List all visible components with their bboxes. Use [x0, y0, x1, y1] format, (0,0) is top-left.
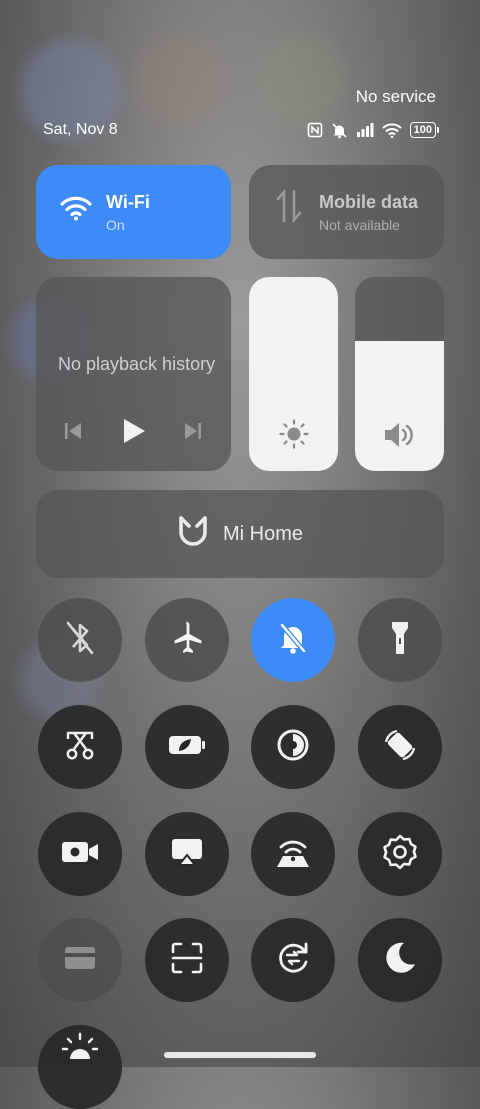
auto-rotate-toggle[interactable] [358, 705, 442, 789]
media-player[interactable]: No playback history [36, 277, 231, 471]
mi-home-button[interactable]: Mi Home [36, 490, 444, 578]
hotspot-icon [273, 835, 313, 874]
wifi-icon [60, 195, 92, 226]
scanner-icon [170, 941, 204, 980]
silent-status-icon [331, 122, 348, 139]
bluetooth-toggle[interactable] [38, 598, 122, 682]
screenshot-icon [62, 727, 98, 768]
screen-recorder-icon [60, 839, 100, 870]
mobile-data-subtitle: Not available [319, 217, 400, 233]
battery-indicator: 100 [409, 122, 440, 138]
scanner-toggle[interactable] [145, 918, 229, 1002]
screen-recorder-toggle[interactable] [38, 812, 122, 896]
mobile-data-icon [273, 188, 305, 228]
carrier-text: No service [355, 87, 436, 106]
brightness-slider[interactable] [249, 277, 338, 471]
flashlight-icon [388, 619, 412, 662]
screenshot-toggle[interactable] [38, 705, 122, 789]
home-indicator[interactable] [164, 1052, 316, 1058]
mobile-data-tile[interactable]: Mobile data Not available [249, 165, 444, 259]
wifi-title: Wi-Fi [106, 192, 150, 212]
dark-mode-icon [382, 940, 418, 981]
speaker-icon [355, 421, 444, 449]
silent-toggle[interactable] [251, 598, 335, 682]
signal-icon [356, 123, 374, 137]
auto-rotate-icon [381, 726, 419, 769]
media-status-text: No playback history [58, 354, 216, 374]
battery-saver-icon [167, 733, 207, 762]
sun-icon [249, 419, 338, 449]
bluetooth-icon [63, 619, 97, 662]
next-track-icon[interactable] [184, 421, 202, 446]
silent-icon [275, 620, 311, 661]
nfc-icon [307, 122, 323, 138]
battery-saver-toggle[interactable] [145, 705, 229, 789]
cast-toggle[interactable] [145, 812, 229, 896]
light-toggle[interactable] [38, 1025, 122, 1109]
card-icon [63, 945, 97, 976]
volume-fill [355, 341, 444, 471]
settings-toggle[interactable] [358, 812, 442, 896]
play-icon[interactable] [122, 418, 146, 449]
flashlight-toggle[interactable] [358, 598, 442, 682]
settings-icon [381, 833, 419, 876]
date-text: Sat, Nov 8 [43, 121, 118, 138]
previous-track-icon[interactable] [64, 421, 82, 446]
wifi-status-icon [381, 122, 402, 138]
dark-mode-toggle[interactable] [358, 918, 442, 1002]
status-row: Sat, Nov 8 100 [43, 118, 440, 142]
hotspot-toggle[interactable] [251, 812, 335, 896]
wifi-tile[interactable]: Wi-Fi On [36, 165, 231, 259]
data-saver-icon [275, 940, 311, 981]
wifi-subtitle: On [106, 217, 125, 233]
status-icons: 100 [307, 122, 440, 139]
reading-mode-toggle[interactable] [251, 705, 335, 789]
mi-home-icon [177, 515, 209, 554]
volume-slider[interactable] [355, 277, 444, 471]
card-toggle[interactable] [38, 918, 122, 1002]
data-saver-toggle[interactable] [251, 918, 335, 1002]
airplane-icon [169, 620, 205, 661]
light-icon [60, 1031, 100, 1064]
cast-icon [170, 837, 204, 872]
reading-mode-icon [276, 728, 310, 767]
airplane-toggle[interactable] [145, 598, 229, 682]
mobile-data-title: Mobile data [319, 192, 419, 212]
mi-home-label: Mi Home [222, 522, 303, 545]
